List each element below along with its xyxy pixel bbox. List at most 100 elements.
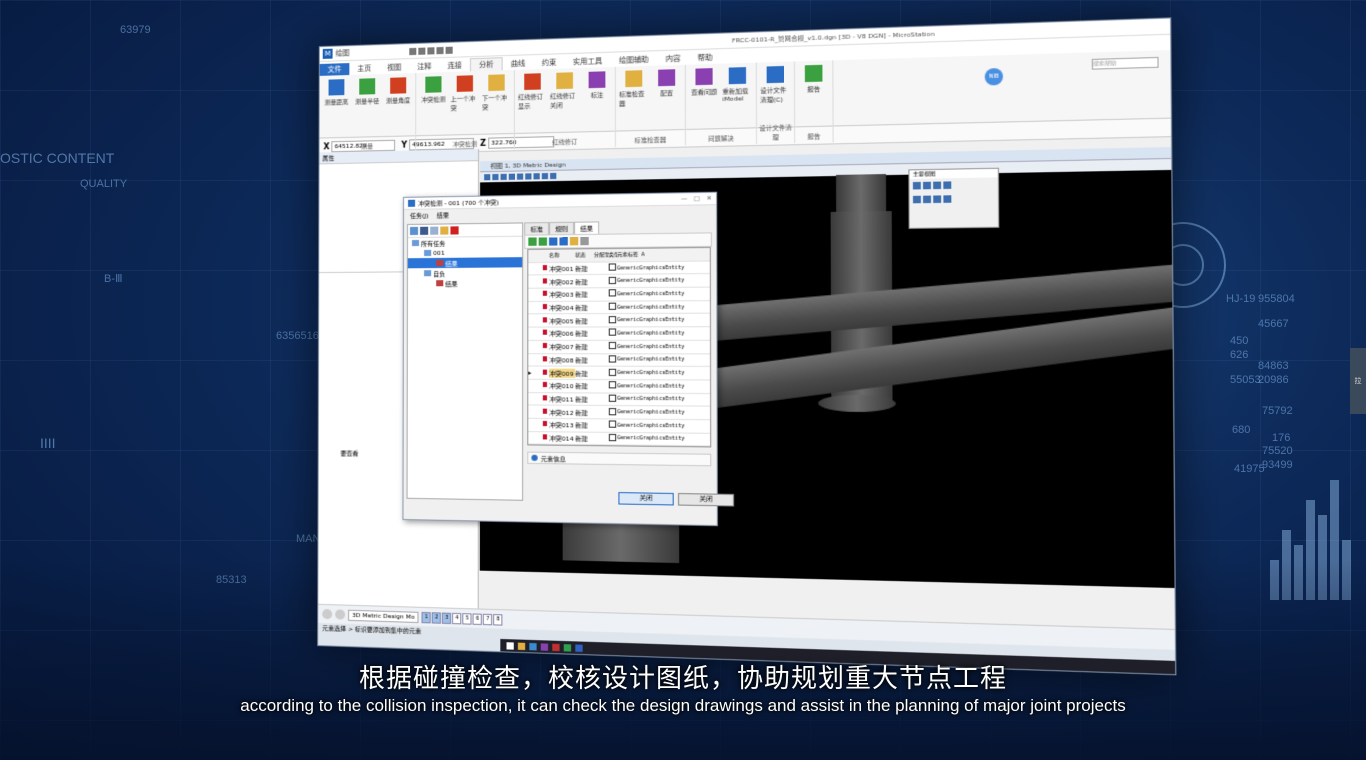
fit-view-icon[interactable] xyxy=(508,173,515,180)
app-icon[interactable] xyxy=(540,642,549,651)
ribbon-button[interactable]: 标准检查器 xyxy=(619,70,649,108)
table-row[interactable]: 冲突008 新建 GenericGraphicsEntity xyxy=(528,353,711,368)
close-button[interactable]: 关闭 xyxy=(678,493,735,507)
zoom-in-icon[interactable] xyxy=(492,173,499,181)
tool-icon[interactable] xyxy=(943,195,952,203)
run-clash-icon[interactable] xyxy=(528,237,537,246)
tab-1[interactable]: 主页 xyxy=(349,62,379,75)
results-tab[interactable]: 规则 xyxy=(549,221,575,235)
type-checkbox[interactable] xyxy=(608,368,617,377)
copy-job-icon[interactable] xyxy=(430,226,439,235)
view-number-button[interactable]: 6 xyxy=(472,612,483,625)
type-checkbox[interactable] xyxy=(608,342,617,351)
table-row[interactable]: 冲突001 新建 GenericGraphicsEntity xyxy=(528,261,710,276)
view-combo[interactable]: 3D Metric Design Mo xyxy=(348,609,419,623)
table-row[interactable]: 冲突010 新建 GenericGraphicsEntity xyxy=(528,379,711,394)
tab-5[interactable]: 分析 xyxy=(469,57,503,72)
type-checkbox[interactable] xyxy=(608,302,617,312)
dialog-menu-item[interactable]: 任务(J) xyxy=(410,210,429,219)
ribbon-button[interactable]: 红线修订关闭 xyxy=(550,72,579,110)
table-row[interactable]: 冲突002 新建 GenericGraphicsEntity xyxy=(528,274,710,289)
export-icon[interactable] xyxy=(569,237,579,246)
table-row[interactable]: 冲突004 新建 GenericGraphicsEntity xyxy=(528,300,710,315)
close-icon[interactable]: ✕ xyxy=(706,195,711,202)
tab-6[interactable]: 曲线 xyxy=(503,57,534,70)
view-number-button[interactable]: 3 xyxy=(442,612,452,624)
side-tab[interactable]: 拉 xyxy=(1350,348,1366,414)
element-info-toggle[interactable]: 元素信息 xyxy=(527,451,712,467)
type-checkbox[interactable] xyxy=(608,276,617,286)
tool-icon[interactable] xyxy=(933,195,942,204)
tree-node[interactable]: 结果 xyxy=(408,278,522,289)
type-checkbox[interactable] xyxy=(608,407,617,417)
pan-view-icon[interactable] xyxy=(525,173,532,180)
app-icon[interactable] xyxy=(563,643,572,652)
run-all-icon[interactable] xyxy=(538,237,547,246)
app-icon[interactable] xyxy=(575,643,583,652)
ribbon-button[interactable]: 重新加载iModel xyxy=(722,67,752,103)
tab-4[interactable]: 连接 xyxy=(439,59,469,72)
back-button[interactable] xyxy=(322,608,333,620)
title-tab[interactable]: 绘图 xyxy=(336,48,350,58)
tab-0[interactable]: 文件 xyxy=(319,63,350,76)
ribbon-button[interactable]: 设计文件清理(C) xyxy=(760,65,791,104)
type-checkbox[interactable] xyxy=(608,420,617,430)
undo-icon[interactable] xyxy=(427,46,435,55)
results-tab[interactable]: 标准 xyxy=(524,222,550,235)
view-number-button[interactable]: 4 xyxy=(452,612,462,624)
tool-icon[interactable] xyxy=(933,181,942,190)
type-checkbox[interactable] xyxy=(608,394,617,404)
delete-icon[interactable] xyxy=(450,226,459,235)
ribbon-button[interactable]: 下一个冲突 xyxy=(482,74,511,111)
type-checkbox[interactable] xyxy=(608,263,617,272)
type-checkbox[interactable] xyxy=(608,289,617,299)
zoom-out-icon[interactable] xyxy=(500,173,507,181)
view-number-button[interactable]: 2 xyxy=(432,611,442,624)
filter-icon[interactable] xyxy=(549,237,558,246)
tool-icon[interactable] xyxy=(943,181,952,189)
dialog-menu-item[interactable]: 结果 xyxy=(437,210,449,219)
ribbon-button[interactable]: 冲突检测 xyxy=(419,76,447,104)
tab-3[interactable]: 注释 xyxy=(409,60,439,73)
search-help-input[interactable]: 搜索帮助 xyxy=(1091,56,1159,70)
view-previous-icon[interactable] xyxy=(533,173,540,180)
add-folder-icon[interactable] xyxy=(440,226,449,235)
table-row[interactable]: ▸ 冲突009 新建 GenericGraphicsEntity xyxy=(528,366,711,381)
tool-icon[interactable] xyxy=(923,195,932,204)
refresh-icon[interactable] xyxy=(559,237,568,246)
table-row[interactable]: 冲突011 新建 GenericGraphicsEntity xyxy=(528,392,711,407)
redo-icon[interactable] xyxy=(436,46,444,54)
type-checkbox[interactable] xyxy=(608,381,617,390)
tab-11[interactable]: 帮助 xyxy=(689,51,721,64)
display-style-icon[interactable] xyxy=(550,172,557,180)
tab-10[interactable]: 内容 xyxy=(657,52,689,65)
ribbon-button[interactable]: 测量半径 xyxy=(353,78,381,106)
save-icon[interactable] xyxy=(409,47,417,55)
ribbon-button[interactable]: 测量距离 xyxy=(323,79,351,107)
print-icon[interactable] xyxy=(445,46,453,54)
view-next-icon[interactable] xyxy=(541,173,549,180)
table-row[interactable]: 冲突006 新建 GenericGraphicsEntity xyxy=(528,327,710,341)
save-job-icon[interactable] xyxy=(420,226,429,235)
user-circle[interactable]: NIB xyxy=(984,67,1004,86)
browser-icon[interactable] xyxy=(529,642,537,650)
maximize-icon[interactable]: □ xyxy=(694,195,700,202)
ribbon-button[interactable]: 红线修订显示 xyxy=(518,73,547,111)
table-row[interactable]: 冲突007 新建 GenericGraphicsEntity xyxy=(528,340,710,354)
ribbon-button[interactable]: 测量角度 xyxy=(384,77,412,105)
open-icon[interactable] xyxy=(418,47,426,55)
tab-7[interactable]: 约束 xyxy=(534,56,565,69)
type-checkbox[interactable] xyxy=(608,433,617,443)
primary-close-button[interactable]: 关闭 xyxy=(618,492,674,506)
table-row[interactable]: 冲突005 新建 GenericGraphicsEntity xyxy=(528,314,710,328)
view-number-button[interactable]: 1 xyxy=(421,611,432,623)
minimize-icon[interactable]: — xyxy=(681,195,687,202)
ribbon-button[interactable]: 查看问题 xyxy=(689,68,719,97)
table-row[interactable]: 冲突003 新建 GenericGraphicsEntity xyxy=(528,287,710,302)
start-icon[interactable] xyxy=(506,641,514,650)
ribbon-button[interactable]: 上一个冲突 xyxy=(451,75,480,112)
remove-icon[interactable] xyxy=(580,236,589,246)
forward-button[interactable] xyxy=(335,609,346,620)
explorer-icon[interactable] xyxy=(517,642,526,650)
view-number-button[interactable]: 8 xyxy=(493,613,503,626)
